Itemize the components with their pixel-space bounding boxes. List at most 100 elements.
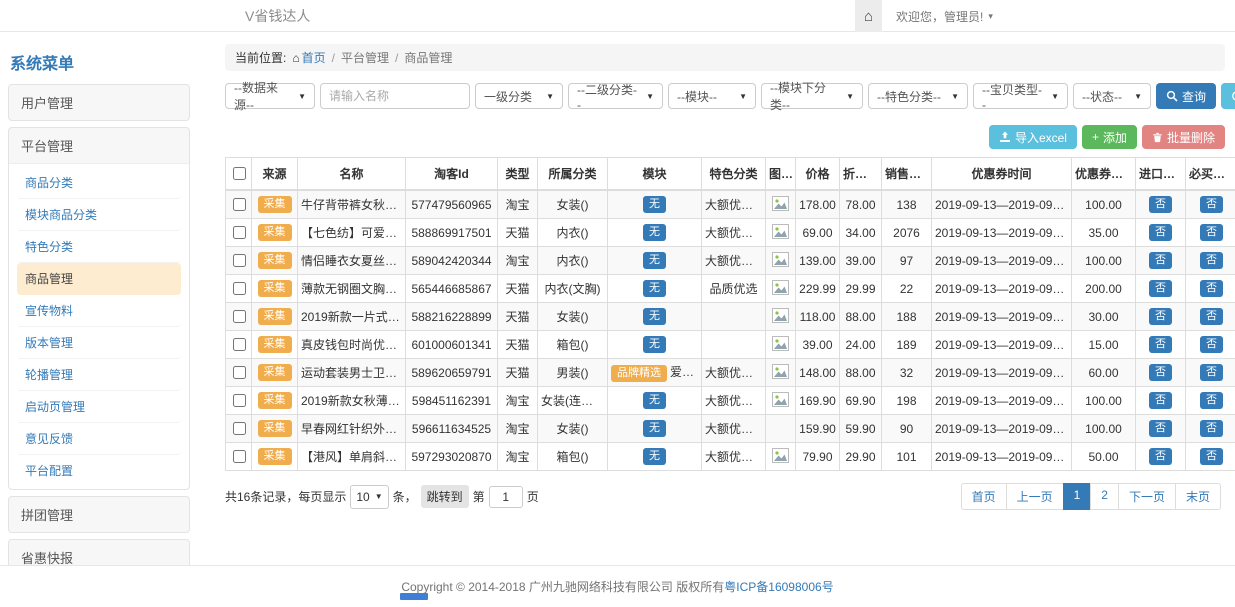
import-select-badge[interactable]: 否 xyxy=(1149,420,1172,437)
image-placeholder-icon xyxy=(772,448,789,463)
row-checkbox[interactable] xyxy=(233,198,246,211)
sidebar-item[interactable]: 轮播管理 xyxy=(17,359,181,391)
feature-category: 大额优惠券 xyxy=(702,359,766,387)
must-buy-badge[interactable]: 否 xyxy=(1200,224,1223,241)
reset-button[interactable]: 重置 xyxy=(1221,83,1235,109)
must-buy-badge[interactable]: 否 xyxy=(1200,336,1223,353)
sidebar-item[interactable]: 宣传物料 xyxy=(17,295,181,327)
sidebar-group-heading[interactable]: 用户管理 xyxy=(9,85,189,120)
column-header: 来源 xyxy=(252,158,298,191)
import-select-badge[interactable]: 否 xyxy=(1149,308,1172,325)
table-row: 采集【港风】单肩斜跨链条...597293020870淘宝箱包()无大额优惠券7… xyxy=(226,443,1235,471)
import-excel-button[interactable]: 导入excel xyxy=(989,125,1077,149)
row-checkbox[interactable] xyxy=(233,254,246,267)
source-badge: 采集 xyxy=(258,252,292,269)
row-checkbox[interactable] xyxy=(233,226,246,239)
product-name: 【七色纺】可爱纯棉家... xyxy=(298,219,406,247)
name-search-input[interactable] xyxy=(329,89,461,103)
must-buy-badge[interactable]: 否 xyxy=(1200,252,1223,269)
jump-button[interactable]: 跳转到 xyxy=(421,485,469,508)
sidebar-group-heading[interactable]: 拼团管理 xyxy=(9,497,189,532)
taoke-id: 597293020870 xyxy=(406,443,498,471)
icon-cell xyxy=(766,415,796,443)
home-button[interactable]: ⌂ xyxy=(855,0,882,32)
row-checkbox[interactable] xyxy=(233,422,246,435)
import-icon xyxy=(999,131,1011,143)
breadcrumb-item-current: 商品管理 xyxy=(404,49,452,66)
import-select-badge[interactable]: 否 xyxy=(1149,392,1172,409)
import-select-badge[interactable]: 否 xyxy=(1149,280,1172,297)
row-checkbox[interactable] xyxy=(233,338,246,351)
table-row: 采集2019新款一片式系...588216228899天猫女装()无118.00… xyxy=(226,303,1235,331)
name-search-field-wrap xyxy=(320,83,470,109)
must-buy-badge[interactable]: 否 xyxy=(1200,448,1223,465)
sidebar-item[interactable]: 平台配置 xyxy=(17,455,181,486)
must-buy-badge[interactable]: 否 xyxy=(1200,280,1223,297)
product-type: 天猫 xyxy=(498,359,538,387)
filter-select[interactable]: --二级分类--▼ xyxy=(568,83,663,109)
image-placeholder-icon xyxy=(772,336,789,351)
search-button[interactable]: 查询 xyxy=(1156,83,1216,109)
page-button[interactable]: 2 xyxy=(1090,483,1119,510)
footer: Copyright © 2014-2018 广州九驰网络科技有限公司 版权所有粤… xyxy=(0,565,1235,607)
import-select-badge[interactable]: 否 xyxy=(1149,448,1172,465)
row-checkbox[interactable] xyxy=(233,450,246,463)
page-button[interactable]: 下一页 xyxy=(1118,483,1176,510)
row-checkbox[interactable] xyxy=(233,394,246,407)
feature-category: 大额优惠券 xyxy=(702,387,766,415)
sidebar-group-heading[interactable]: 省惠快报 xyxy=(9,540,189,565)
import-select-badge[interactable]: 否 xyxy=(1149,336,1172,353)
row-checkbox[interactable] xyxy=(233,366,246,379)
coupon-amount: 100.00 xyxy=(1072,415,1136,443)
filter-select[interactable]: 一级分类▼ xyxy=(475,83,563,109)
filter-select[interactable]: --模块下分类--▼ xyxy=(761,83,863,109)
filter-select[interactable]: --状态--▼ xyxy=(1073,83,1151,109)
must-buy-badge[interactable]: 否 xyxy=(1200,196,1223,213)
page-number-input[interactable] xyxy=(489,486,523,508)
caret-down-icon: ▾ xyxy=(988,11,993,22)
sidebar-item[interactable]: 商品分类 xyxy=(17,167,181,199)
import-select-badge[interactable]: 否 xyxy=(1149,196,1172,213)
breadcrumb-home-link[interactable]: ⌂首页 xyxy=(292,49,325,66)
sidebar-item[interactable]: 启动页管理 xyxy=(17,391,181,423)
page-button[interactable]: 上一页 xyxy=(1006,483,1064,510)
select-all-checkbox[interactable] xyxy=(233,167,246,180)
import-select-badge[interactable]: 否 xyxy=(1149,224,1172,241)
page-button[interactable]: 1 xyxy=(1063,483,1092,510)
sidebar-item[interactable]: 商品管理 xyxy=(17,263,181,295)
module-badge: 无 xyxy=(643,252,666,269)
must-buy-badge[interactable]: 否 xyxy=(1200,420,1223,437)
must-buy-badge[interactable]: 否 xyxy=(1200,308,1223,325)
sidebar-item[interactable]: 意见反馈 xyxy=(17,423,181,455)
import-select-badge[interactable]: 否 xyxy=(1149,252,1172,269)
filter-select[interactable]: --特色分类--▼ xyxy=(868,83,968,109)
sidebar-item[interactable]: 版本管理 xyxy=(17,327,181,359)
filter-select[interactable]: --模块--▼ xyxy=(668,83,756,109)
product-type: 淘宝 xyxy=(498,190,538,219)
page-button[interactable]: 首页 xyxy=(961,483,1007,510)
sidebar-group: 拼团管理 xyxy=(8,496,190,533)
row-checkbox[interactable] xyxy=(233,282,246,295)
price: 79.90 xyxy=(796,443,840,471)
sidebar-group-heading[interactable]: 平台管理 xyxy=(9,128,189,163)
must-buy-badge[interactable]: 否 xyxy=(1200,392,1223,409)
user-menu[interactable]: 欢迎您，管理员! ▾ xyxy=(882,0,1007,32)
filter-select[interactable]: --宝贝类型--▼ xyxy=(973,83,1068,109)
discount-price: 69.90 xyxy=(840,387,882,415)
batch-delete-button[interactable]: 批量删除 xyxy=(1142,125,1225,149)
filter-select[interactable]: --数据来源--▼ xyxy=(225,83,315,109)
page-button[interactable]: 末页 xyxy=(1175,483,1221,510)
price: 159.90 xyxy=(796,415,840,443)
sidebar-item[interactable]: 特色分类 xyxy=(17,231,181,263)
add-button[interactable]: + 添加 xyxy=(1082,125,1137,149)
row-checkbox[interactable] xyxy=(233,310,246,323)
sidebar-item[interactable]: 模块商品分类 xyxy=(17,199,181,231)
select-caret-icon: ▼ xyxy=(1051,92,1059,101)
module-badge: 无 xyxy=(643,308,666,325)
icp-link[interactable]: 粤ICP备16098006号 xyxy=(724,580,833,594)
import-select-badge[interactable]: 否 xyxy=(1149,364,1172,381)
product-name: 2019新款女秋薄款... xyxy=(298,387,406,415)
per-page-select[interactable]: 10▼ xyxy=(350,485,388,509)
product-name: 2019新款一片式系... xyxy=(298,303,406,331)
must-buy-badge[interactable]: 否 xyxy=(1200,364,1223,381)
